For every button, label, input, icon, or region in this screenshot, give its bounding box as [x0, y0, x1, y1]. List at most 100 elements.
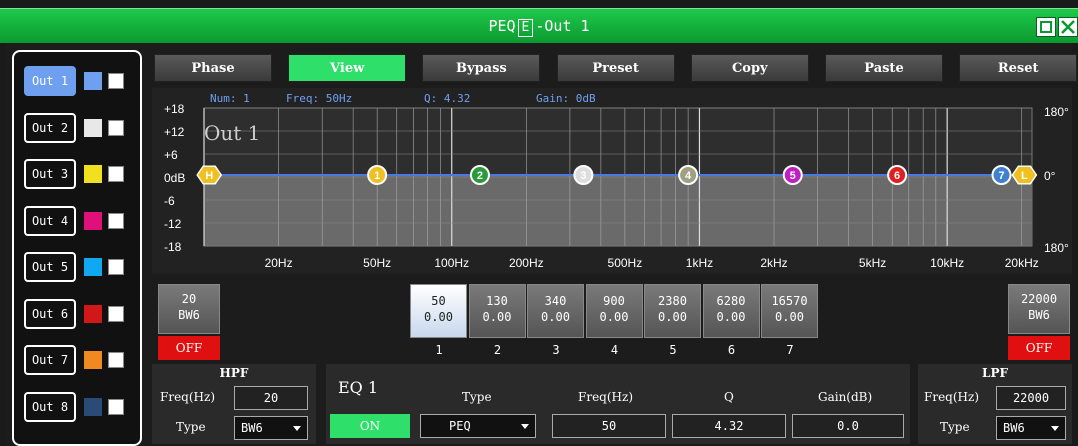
channel-label: Out 1: [204, 121, 260, 145]
lpf-freq-field[interactable]: 22000: [996, 386, 1066, 410]
lpf-summary[interactable]: 22000 BW6: [1008, 284, 1070, 334]
response-fill: [204, 175, 1032, 246]
output-button[interactable]: Out 6: [24, 298, 76, 329]
eq-band-button[interactable]: 2380 0.00: [644, 284, 701, 338]
eq-band-button[interactable]: 130 0.00: [468, 284, 526, 338]
output-button[interactable]: Out 5: [24, 252, 76, 282]
eq-gain-label: Gain(dB): [818, 390, 873, 404]
eq-band-freq: 6280: [716, 294, 746, 308]
title-e-box: E: [517, 19, 534, 37]
freq-label: 500Hz: [608, 256, 643, 270]
freq-label: 5kHz: [859, 256, 886, 270]
lpf-summary-freq: 22000: [1020, 292, 1058, 306]
eq-band-gain: 0.00: [541, 310, 570, 324]
toolbar-copy-button[interactable]: Copy: [690, 54, 809, 82]
lpf-off-button[interactable]: OFF: [1008, 336, 1070, 360]
eq-q-field[interactable]: 4.32: [672, 414, 786, 438]
hpf-off-button[interactable]: OFF: [158, 336, 220, 360]
marker-label: 6: [894, 170, 900, 182]
chevron-down-icon: [1051, 426, 1059, 431]
toolbar-view-button[interactable]: View: [288, 54, 407, 82]
eq-band-button[interactable]: 50 0.00: [410, 284, 467, 338]
output-checkbox[interactable]: [108, 259, 124, 275]
eq-graph[interactable]: +18 +12 +6 0dB -6 -12 -18 180° 0° 180° 20Hz 50Hz 100…: [152, 88, 1072, 274]
output-checkbox[interactable]: [108, 212, 124, 229]
output-color-swatch[interactable]: [84, 118, 102, 137]
marker-label: 5: [790, 170, 796, 182]
output-checkbox[interactable]: [108, 398, 124, 415]
output-checkbox[interactable]: [108, 305, 124, 322]
eq-band-index: 2: [493, 343, 502, 357]
eq-band-button[interactable]: 900 0.00: [585, 284, 643, 338]
output-button[interactable]: Out 4: [24, 205, 76, 236]
output-color-swatch[interactable]: [84, 258, 102, 276]
close-icon[interactable]: [1058, 17, 1078, 37]
eq-band-freq: 16570: [771, 294, 808, 308]
freq-label: 100Hz: [434, 256, 469, 270]
marker-label: H: [205, 170, 213, 182]
output-button[interactable]: Out 2: [24, 112, 76, 143]
hpf-freq-field[interactable]: 20: [234, 386, 308, 410]
lpf-type-label: Type: [940, 420, 970, 434]
db-label: -12: [164, 217, 182, 231]
output-color-swatch[interactable]: [84, 351, 102, 369]
restore-icon[interactable]: [1036, 17, 1056, 37]
freq-label: 50Hz: [363, 256, 391, 270]
marker-label: 2: [477, 170, 483, 182]
eq-band-gain: 0.00: [775, 310, 804, 324]
hpf-type-dropdown[interactable]: BW6: [234, 416, 308, 440]
eq-band-freq: 340: [544, 294, 567, 308]
output-checkbox[interactable]: [108, 166, 124, 182]
hpf-freq-label: Freq(Hz): [160, 390, 215, 404]
toolbar-paste-button[interactable]: Paste: [825, 54, 943, 82]
eq-band-freq: 50: [431, 294, 446, 308]
eq-band-freq: 130: [486, 294, 508, 308]
output-button[interactable]: Out 3: [24, 159, 76, 189]
eq-type-value: PEQ: [449, 419, 471, 433]
eq-graph-svg: +18 +12 +6 0dB -6 -12 -18 180° 0° 180° 20Hz 50Hz 100…: [164, 92, 1069, 270]
output-button[interactable]: Out 1: [24, 66, 76, 96]
output-color-swatch[interactable]: [84, 211, 102, 230]
window-title: PEQ E -Out 1: [0, 9, 1078, 43]
eq-title: EQ 1: [338, 378, 379, 397]
chevron-down-icon: [293, 426, 301, 431]
eq-type-dropdown[interactable]: PEQ: [420, 414, 536, 438]
lpf-title: LPF: [982, 366, 1008, 380]
chevron-down-icon: [521, 424, 529, 429]
toolbar-phase-button[interactable]: Phase: [154, 54, 272, 82]
info-gain: Gain: 0dB: [536, 92, 596, 105]
eq-on-button[interactable]: ON: [330, 414, 410, 438]
freq-label: 10kHz: [930, 256, 964, 270]
eq-band-index: 6: [727, 343, 736, 357]
hpf-summary[interactable]: 20 BW6: [158, 284, 220, 334]
output-checkbox[interactable]: [108, 352, 124, 368]
lpf-summary-type: BW6: [1028, 308, 1050, 322]
output-button[interactable]: Out 8: [24, 391, 76, 422]
db-label: -18: [164, 240, 182, 254]
output-checkbox[interactable]: [108, 119, 124, 136]
hpf-title: HPF: [219, 366, 249, 380]
hpf-type-value: BW6: [241, 421, 263, 435]
toolbar-bypass-button[interactable]: Bypass: [422, 54, 541, 82]
marker-label: 4: [685, 170, 692, 182]
hpf-summary-type: BW6: [178, 308, 200, 322]
eq-band-button[interactable]: 16570 0.00: [761, 284, 818, 338]
marker-label: 7: [998, 170, 1004, 182]
eq-gain-field[interactable]: 0.0: [792, 414, 904, 438]
eq-band-freq: 900: [603, 294, 625, 308]
freq-label: 1kHz: [686, 256, 713, 270]
eq-q-label: Q: [724, 390, 734, 404]
eq-band-index: 4: [610, 343, 619, 357]
output-color-swatch[interactable]: [84, 397, 102, 416]
lpf-type-dropdown[interactable]: BW6: [996, 416, 1066, 440]
eq-freq-field[interactable]: 50: [552, 414, 666, 438]
output-color-swatch[interactable]: [84, 165, 102, 183]
toolbar-reset-button[interactable]: Reset: [959, 54, 1078, 82]
output-color-swatch[interactable]: [84, 72, 102, 90]
output-button[interactable]: Out 7: [24, 345, 76, 375]
eq-band-button[interactable]: 340 0.00: [527, 284, 584, 338]
toolbar-preset-button[interactable]: Preset: [556, 54, 675, 82]
output-color-swatch[interactable]: [84, 304, 102, 323]
output-checkbox[interactable]: [108, 73, 124, 89]
eq-band-button[interactable]: 6280 0.00: [702, 284, 760, 338]
